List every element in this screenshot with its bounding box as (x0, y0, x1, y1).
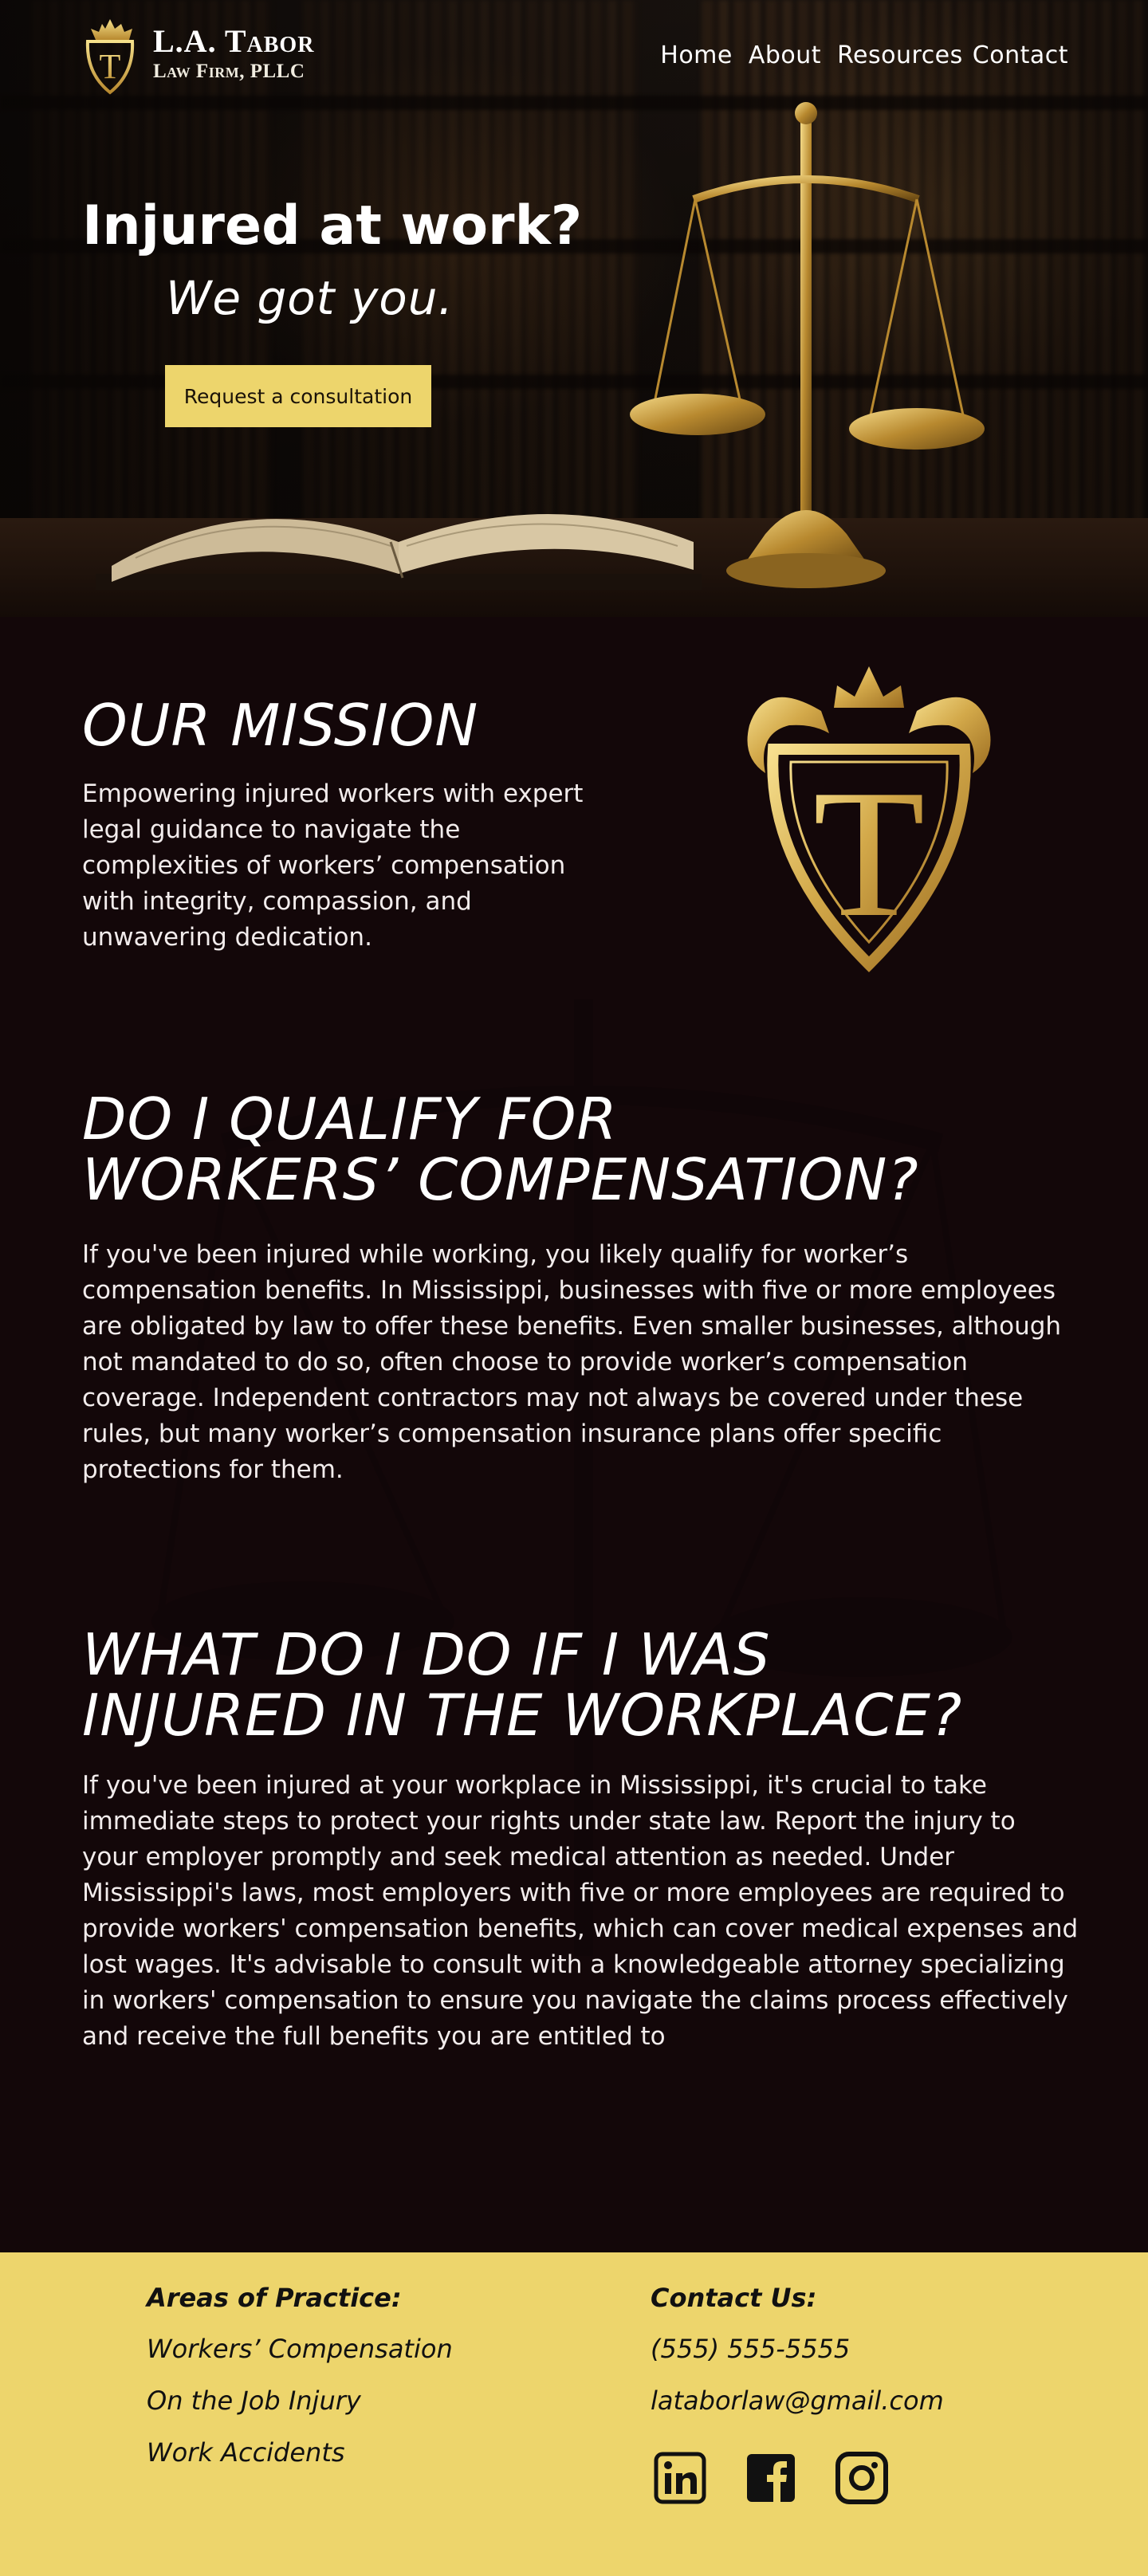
practice-item: Work Accidents (147, 2437, 345, 2468)
nav-link-about[interactable]: About (749, 41, 821, 69)
svg-text:T: T (813, 752, 926, 955)
main-nav: Home About Resources Contact (660, 41, 1068, 69)
logo-firm-subtitle: Law Firm, PLLC (153, 61, 305, 82)
contact-heading: Contact Us: (651, 2283, 817, 2313)
injured-text: If you've been injured at your workplace… (82, 1771, 1079, 2051)
mission-text: Empowering injured workers with expert l… (82, 779, 584, 952)
nav-link-contact[interactable]: Contact (973, 41, 1068, 69)
svg-text:T: T (100, 47, 121, 86)
open-book-image (96, 514, 702, 590)
hero-title: Injured at work? (82, 194, 583, 257)
nav-link-resources[interactable]: Resources (837, 41, 963, 69)
request-consultation-button[interactable]: Request a consultation (165, 365, 431, 427)
mission-heading: OUR MISSION (82, 692, 479, 759)
injured-heading-line-1: WHAT DO I DO IF I WAS (82, 1621, 771, 1688)
logo-firm-name: L.A. Tabor (153, 23, 315, 59)
crest-logo-icon: T (85, 19, 135, 95)
gold-crest-emblem: T (747, 666, 991, 972)
practice-areas: Areas of Practice: Workers’ Compensation… (147, 2283, 453, 2489)
contact-info: Contact Us: (555) 555-5555 lataborlaw@gm… (651, 2283, 944, 2437)
practice-item: Workers’ Compensation (147, 2334, 453, 2364)
site-footer: Areas of Practice: Workers’ Compensation… (0, 2252, 1148, 2576)
nav-link-home[interactable]: Home (660, 41, 733, 69)
hero-subtitle: We got you. (166, 271, 454, 325)
facebook-icon[interactable] (745, 2452, 797, 2504)
contact-phone[interactable]: (555) 555-5555 (651, 2334, 944, 2365)
social-links (654, 2452, 888, 2504)
qualify-heading-line-2: WORKERS’ COMPENSATION? (82, 1146, 919, 1213)
site-logo[interactable]: T L.A. Tabor Law Firm, PLLC (80, 18, 314, 96)
practice-heading: Areas of Practice: (147, 2283, 402, 2313)
instagram-icon[interactable] (835, 2452, 888, 2504)
hero-section: T L.A. Tabor Law Firm, PLLC Home About R… (0, 0, 1148, 617)
contact-email[interactable]: lataborlaw@gmail.com (651, 2386, 944, 2417)
practice-item: On the Job Injury (147, 2386, 361, 2416)
qualify-text: If you've been injured while working, yo… (82, 1240, 1062, 1484)
qualify-heading-line-1: DO I QUALIFY FOR (82, 1086, 618, 1153)
qualify-heading: DO I QUALIFY FOR WORKERS’ COMPENSATION? (82, 1089, 919, 1210)
injured-heading: WHAT DO I DO IF I WAS INJURED IN THE WOR… (82, 1624, 962, 1745)
injured-heading-line-2: INJURED IN THE WORKPLACE? (82, 1682, 963, 1749)
justice-scale-image (630, 102, 985, 588)
linkedin-icon[interactable] (654, 2452, 706, 2504)
